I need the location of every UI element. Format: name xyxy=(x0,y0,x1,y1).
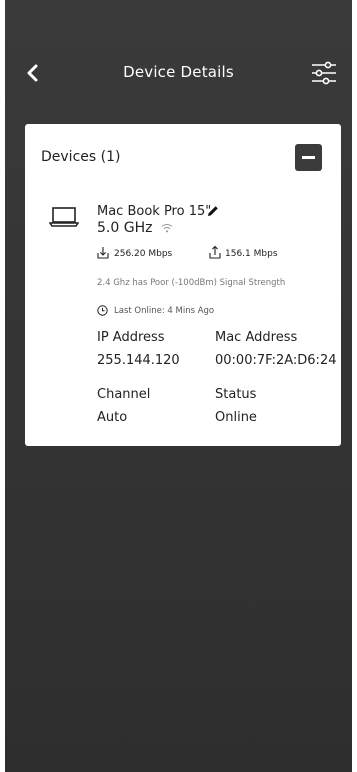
devices-count-title: Devices (1) xyxy=(41,149,121,165)
laptop-icon xyxy=(49,207,79,227)
screen: Device Details Devices (1) Mac Book Pro … xyxy=(5,0,352,772)
mac-address-value: 00:00:7F:2A:D6:24 xyxy=(215,353,337,368)
wifi-icon xyxy=(161,224,173,233)
channel-label: Channel xyxy=(97,387,151,402)
status-label: Status xyxy=(215,387,257,402)
clock-icon xyxy=(97,305,108,316)
status-value: Online xyxy=(215,410,257,425)
devices-card: Devices (1) Mac Book Pro 15" 5.0 GHz 256… xyxy=(25,124,341,446)
sliders-icon[interactable] xyxy=(310,59,338,87)
last-online-text: Last Online: 4 Mins Ago xyxy=(114,306,215,316)
download-icon xyxy=(97,247,109,259)
ip-address-label: IP Address xyxy=(97,330,165,345)
app-header: Device Details xyxy=(5,56,352,90)
device-band: 5.0 GHz xyxy=(97,220,153,236)
edit-pencil-icon[interactable] xyxy=(206,204,220,218)
upload-speed: 156.1 Mbps xyxy=(225,249,278,259)
collapse-button[interactable] xyxy=(295,144,322,171)
upload-icon xyxy=(209,245,221,259)
channel-value: Auto xyxy=(97,410,128,425)
download-speed: 256.20 Mbps xyxy=(114,249,173,259)
device-name: Mac Book Pro 15" xyxy=(97,204,212,219)
ip-address-value: 255.144.120 xyxy=(97,353,180,368)
signal-strength-text: 2.4 Ghz has Poor (-100dBm) Signal Streng… xyxy=(97,278,286,288)
page-title: Device Details xyxy=(123,63,234,81)
mac-address-label: Mac Address xyxy=(215,330,298,345)
